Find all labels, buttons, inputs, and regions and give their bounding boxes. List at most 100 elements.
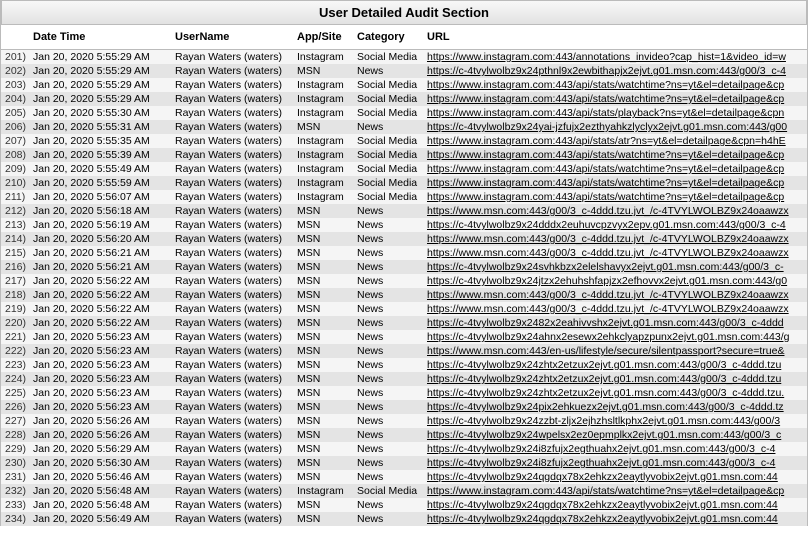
row-seq: 210) (1, 176, 29, 190)
table-row[interactable]: 216)Jan 20, 2020 5:56:21 AMRayan Waters … (1, 260, 807, 274)
row-appsite: MSN (293, 428, 353, 442)
table-row[interactable]: 223)Jan 20, 2020 5:56:23 AMRayan Waters … (1, 358, 807, 372)
row-seq: 206) (1, 120, 29, 134)
row-url[interactable]: https://c-4tvylwolbz9x24qgdqx78x2ehkzx2e… (423, 470, 807, 484)
header-appsite[interactable]: App/Site (293, 25, 353, 49)
row-category: News (353, 456, 423, 470)
row-appsite: MSN (293, 316, 353, 330)
row-url[interactable]: https://c-4tvylwolbz9x24zhtx2etzux2ejvt.… (423, 386, 807, 400)
table-row[interactable]: 219)Jan 20, 2020 5:56:22 AMRayan Waters … (1, 302, 807, 316)
row-datetime: Jan 20, 2020 5:55:29 AM (29, 64, 171, 78)
row-url[interactable]: https://c-4tvylwolbz9x24jtzx2ehuhshfapjz… (423, 274, 807, 288)
table-row[interactable]: 224)Jan 20, 2020 5:56:23 AMRayan Waters … (1, 372, 807, 386)
row-username: Rayan Waters (waters) (171, 78, 293, 92)
row-datetime: Jan 20, 2020 5:56:23 AM (29, 400, 171, 414)
header-username[interactable]: UserName (171, 25, 293, 49)
row-url[interactable]: https://www.instagram.com:443/api/stats/… (423, 134, 807, 148)
row-url[interactable]: https://www.msn.com:443/g00/3_c-4ddd.tzu… (423, 204, 807, 218)
row-url[interactable]: https://c-4tvylwolbz9x24zhtx2etzux2ejvt.… (423, 358, 807, 372)
row-url[interactable]: https://www.instagram.com:443/api/stats/… (423, 106, 807, 120)
table-row[interactable]: 220)Jan 20, 2020 5:56:22 AMRayan Waters … (1, 316, 807, 330)
table-row[interactable]: 209)Jan 20, 2020 5:55:49 AMRayan Waters … (1, 162, 807, 176)
table-row[interactable]: 233)Jan 20, 2020 5:56:48 AMRayan Waters … (1, 498, 807, 512)
row-category: News (353, 330, 423, 344)
row-url[interactable]: https://www.msn.com:443/g00/3_c-4ddd.tzu… (423, 246, 807, 260)
row-category: Social Media (353, 176, 423, 190)
header-category[interactable]: Category (353, 25, 423, 49)
table-row[interactable]: 221)Jan 20, 2020 5:56:23 AMRayan Waters … (1, 330, 807, 344)
row-url[interactable]: https://www.instagram.com:443/api/stats/… (423, 148, 807, 162)
row-url[interactable]: https://www.msn.com:443/en-us/lifestyle/… (423, 344, 807, 358)
row-url[interactable]: https://www.msn.com:443/g00/3_c-4ddd.tzu… (423, 288, 807, 302)
row-seq: 225) (1, 386, 29, 400)
row-url[interactable]: https://c-4tvylwolbz9x24zzbt-zljx2ejhzhs… (423, 414, 807, 428)
row-url[interactable]: https://c-4tvylwolbz9x24pthnl9x2ewbithap… (423, 64, 807, 78)
table-row[interactable]: 203)Jan 20, 2020 5:55:29 AMRayan Waters … (1, 78, 807, 92)
row-url[interactable]: https://c-4tvylwolbz9x24i8zfujx2egthuahx… (423, 442, 807, 456)
row-appsite: MSN (293, 358, 353, 372)
row-url[interactable]: https://www.instagram.com:443/annotation… (423, 50, 807, 64)
table-row[interactable]: 226)Jan 20, 2020 5:56:23 AMRayan Waters … (1, 400, 807, 414)
row-url[interactable]: https://c-4tvylwolbz9x24qgdqx78x2ehkzx2e… (423, 512, 807, 526)
table-row[interactable]: 210)Jan 20, 2020 5:55:59 AMRayan Waters … (1, 176, 807, 190)
row-url[interactable]: https://c-4tvylwolbz9x24qgdqx78x2ehkzx2e… (423, 498, 807, 512)
row-url[interactable]: https://c-4tvylwolbz9x24ahnx2esewx2ehkcl… (423, 330, 807, 344)
row-url[interactable]: https://www.instagram.com:443/api/stats/… (423, 162, 807, 176)
row-seq: 226) (1, 400, 29, 414)
table-row[interactable]: 232)Jan 20, 2020 5:56:48 AMRayan Waters … (1, 484, 807, 498)
table-row[interactable]: 231)Jan 20, 2020 5:56:46 AMRayan Waters … (1, 470, 807, 484)
table-row[interactable]: 206)Jan 20, 2020 5:55:31 AMRayan Waters … (1, 120, 807, 134)
row-url[interactable]: https://c-4tvylwolbz9x24zhtx2etzux2ejvt.… (423, 372, 807, 386)
row-url[interactable]: https://www.instagram.com:443/api/stats/… (423, 190, 807, 204)
row-username: Rayan Waters (waters) (171, 456, 293, 470)
row-url[interactable]: https://c-4tvylwolbz9x24wpelsx2ez0epmplk… (423, 428, 807, 442)
header-datetime[interactable]: Date Time (29, 25, 171, 49)
table-row[interactable]: 213)Jan 20, 2020 5:56:19 AMRayan Waters … (1, 218, 807, 232)
row-datetime: Jan 20, 2020 5:56:22 AM (29, 302, 171, 316)
table-row[interactable]: 225)Jan 20, 2020 5:56:23 AMRayan Waters … (1, 386, 807, 400)
row-seq: 216) (1, 260, 29, 274)
table-row[interactable]: 214)Jan 20, 2020 5:56:20 AMRayan Waters … (1, 232, 807, 246)
table-row[interactable]: 218)Jan 20, 2020 5:56:22 AMRayan Waters … (1, 288, 807, 302)
table-row[interactable]: 205)Jan 20, 2020 5:55:30 AMRayan Waters … (1, 106, 807, 120)
row-username: Rayan Waters (waters) (171, 64, 293, 78)
row-appsite: Instagram (293, 50, 353, 64)
row-datetime: Jan 20, 2020 5:56:22 AM (29, 316, 171, 330)
table-row[interactable]: 208)Jan 20, 2020 5:55:39 AMRayan Waters … (1, 148, 807, 162)
row-username: Rayan Waters (waters) (171, 330, 293, 344)
table-row[interactable]: 207)Jan 20, 2020 5:55:35 AMRayan Waters … (1, 134, 807, 148)
table-row[interactable]: 228)Jan 20, 2020 5:56:26 AMRayan Waters … (1, 428, 807, 442)
row-url[interactable]: https://c-4tvylwolbz9x24svhkbzx2elelshav… (423, 260, 807, 274)
table-row[interactable]: 212)Jan 20, 2020 5:56:18 AMRayan Waters … (1, 204, 807, 218)
row-seq: 232) (1, 484, 29, 498)
header-url[interactable]: URL (423, 25, 807, 49)
row-category: News (353, 498, 423, 512)
row-datetime: Jan 20, 2020 5:55:35 AM (29, 134, 171, 148)
table-row[interactable]: 201)Jan 20, 2020 5:55:29 AMRayan Waters … (1, 50, 807, 64)
row-category: News (353, 428, 423, 442)
row-url[interactable]: https://www.msn.com:443/g00/3_c-4ddd.tzu… (423, 232, 807, 246)
table-row[interactable]: 229)Jan 20, 2020 5:56:29 AMRayan Waters … (1, 442, 807, 456)
row-url[interactable]: https://c-4tvylwolbz9x24i8zfujx2egthuahx… (423, 456, 807, 470)
row-url[interactable]: https://c-4tvylwolbz9x24dddx2euhuvcpzvyx… (423, 218, 807, 232)
row-url[interactable]: https://www.instagram.com:443/api/stats/… (423, 92, 807, 106)
table-row[interactable]: 222)Jan 20, 2020 5:56:23 AMRayan Waters … (1, 344, 807, 358)
row-url[interactable]: https://c-4tvylwolbz9x24pix2ehkuezx2ejvt… (423, 400, 807, 414)
table-row[interactable]: 211)Jan 20, 2020 5:56:07 AMRayan Waters … (1, 190, 807, 204)
table-row[interactable]: 215)Jan 20, 2020 5:56:21 AMRayan Waters … (1, 246, 807, 260)
row-url[interactable]: https://www.instagram.com:443/api/stats/… (423, 78, 807, 92)
row-category: News (353, 218, 423, 232)
table-row[interactable]: 204)Jan 20, 2020 5:55:29 AMRayan Waters … (1, 92, 807, 106)
row-url[interactable]: https://www.msn.com:443/g00/3_c-4ddd.tzu… (423, 302, 807, 316)
table-row[interactable]: 227)Jan 20, 2020 5:56:26 AMRayan Waters … (1, 414, 807, 428)
row-url[interactable]: https://c-4tvylwolbz9x24yai-jzfujx2ezthy… (423, 120, 807, 134)
table-row[interactable]: 234)Jan 20, 2020 5:56:49 AMRayan Waters … (1, 512, 807, 526)
row-seq: 214) (1, 232, 29, 246)
row-username: Rayan Waters (waters) (171, 106, 293, 120)
table-row[interactable]: 202)Jan 20, 2020 5:55:29 AMRayan Waters … (1, 64, 807, 78)
table-row[interactable]: 217)Jan 20, 2020 5:56:22 AMRayan Waters … (1, 274, 807, 288)
row-url[interactable]: https://www.instagram.com:443/api/stats/… (423, 484, 807, 498)
row-url[interactable]: https://c-4tvylwolbz9x2482x2eahivvshx2ej… (423, 316, 807, 330)
row-url[interactable]: https://www.instagram.com:443/api/stats/… (423, 176, 807, 190)
table-row[interactable]: 230)Jan 20, 2020 5:56:30 AMRayan Waters … (1, 456, 807, 470)
